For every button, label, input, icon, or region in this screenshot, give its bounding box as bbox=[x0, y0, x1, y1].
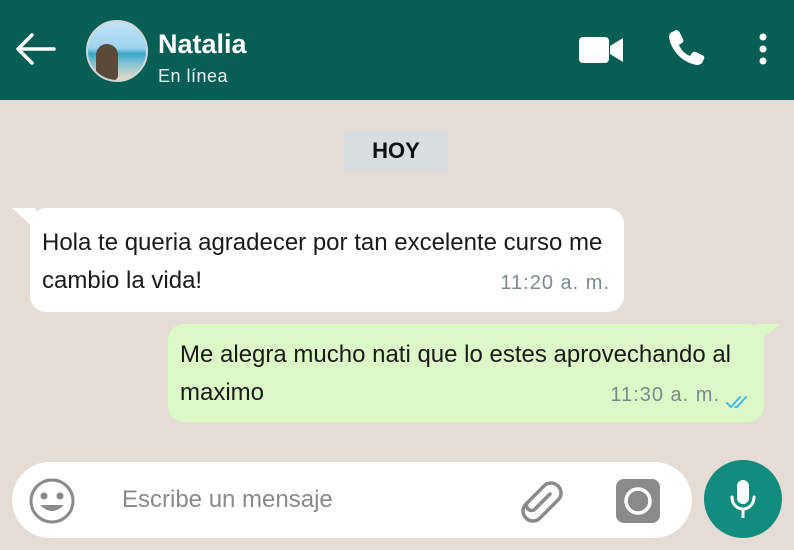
message-input[interactable] bbox=[122, 480, 502, 520]
contact-name[interactable]: Natalia bbox=[158, 29, 247, 60]
avatar-person-silhouette bbox=[96, 44, 118, 80]
voice-message-button[interactable] bbox=[704, 460, 782, 538]
phone-icon[interactable] bbox=[668, 28, 706, 66]
message-composer bbox=[12, 462, 692, 538]
read-ticks-icon bbox=[726, 396, 747, 409]
message-incoming[interactable]: Hola te queria agradecer por tan excelen… bbox=[30, 208, 624, 312]
back-arrow-icon[interactable] bbox=[14, 32, 56, 66]
message-time: 11:30 a. m. bbox=[610, 384, 720, 406]
avatar[interactable] bbox=[86, 20, 148, 82]
message-time: 11:20 a. m. bbox=[500, 272, 610, 294]
message-outgoing[interactable]: Me alegra mucho nati que lo estes aprove… bbox=[168, 324, 764, 422]
video-call-icon[interactable] bbox=[578, 36, 624, 64]
attach-clip-icon[interactable] bbox=[512, 474, 566, 528]
camera-icon[interactable] bbox=[614, 477, 662, 525]
emoji-icon[interactable] bbox=[28, 477, 76, 525]
date-chip: HOY bbox=[344, 130, 448, 172]
chat-header: Natalia En línea bbox=[0, 0, 794, 100]
microphone-icon bbox=[730, 480, 756, 518]
contact-status: En línea bbox=[158, 66, 229, 86]
menu-icon[interactable] bbox=[756, 32, 770, 66]
